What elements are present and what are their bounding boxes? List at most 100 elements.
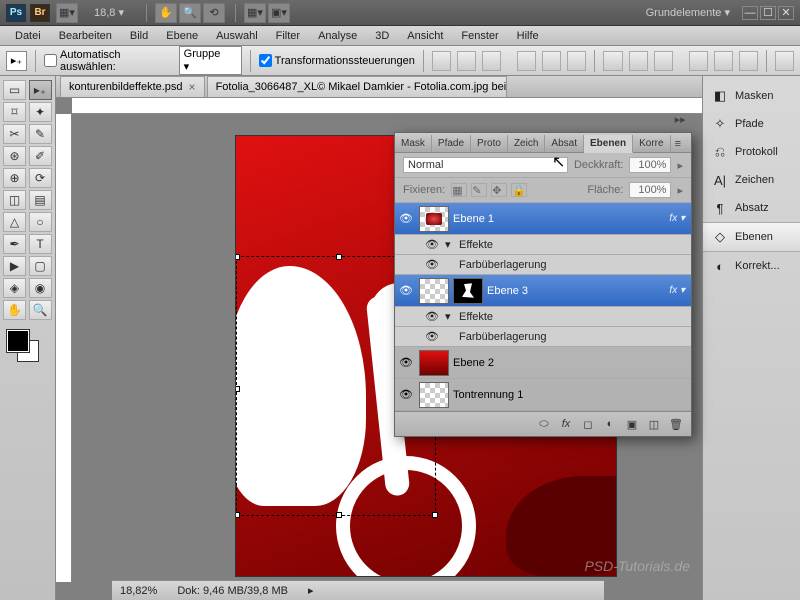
bridge-icon[interactable]: Br bbox=[30, 4, 50, 22]
panel-tab-protokoll[interactable]: ⎌Protokoll bbox=[703, 138, 800, 166]
visibility-icon[interactable]: 👁 bbox=[423, 330, 441, 343]
layer-effect-row[interactable]: 👁▾Effekte bbox=[395, 307, 691, 327]
zoom-tool-icon[interactable]: 🔍 bbox=[179, 3, 201, 23]
document-tab[interactable]: konturenbildeffekte.psd× bbox=[60, 76, 205, 97]
align-button[interactable] bbox=[457, 51, 476, 71]
color-picker[interactable] bbox=[3, 326, 52, 366]
layer-effect-row[interactable]: 👁▾Effekte bbox=[395, 235, 691, 255]
path-select-tool[interactable]: ▶ bbox=[3, 256, 26, 276]
maximize-button[interactable]: ☐ bbox=[760, 6, 776, 20]
auto-select-checkbox[interactable]: Automatisch auswählen: bbox=[44, 49, 173, 73]
lock-position-icon[interactable]: ✥ bbox=[491, 183, 507, 197]
healing-brush-tool[interactable]: ⊛ bbox=[3, 146, 26, 166]
align-button[interactable] bbox=[542, 51, 561, 71]
auto-align-button[interactable] bbox=[775, 51, 794, 71]
blend-mode-select[interactable]: Normal bbox=[403, 157, 568, 173]
foreground-color-swatch[interactable] bbox=[7, 330, 29, 352]
panel-tab[interactable]: Absat bbox=[545, 135, 584, 152]
lock-transparency-icon[interactable]: ▦ bbox=[451, 183, 467, 197]
pen-tool[interactable]: ✒ bbox=[3, 234, 26, 254]
panel-tab-pfade[interactable]: ✧Pfade bbox=[703, 110, 800, 138]
layer-row[interactable]: 👁Ebene 1fx ▾ bbox=[395, 203, 691, 235]
3d-camera-tool[interactable]: ◉ bbox=[29, 278, 52, 298]
3d-tool[interactable]: ◈ bbox=[3, 278, 26, 298]
layer-effect-row[interactable]: 👁Farbüberlagerung bbox=[395, 327, 691, 347]
panel-tab[interactable]: Zeich bbox=[508, 135, 545, 152]
tab-close-icon[interactable]: × bbox=[189, 80, 196, 94]
new-layer-icon[interactable]: ◫ bbox=[645, 416, 663, 432]
panel-tab[interactable]: Ebenen bbox=[584, 135, 633, 153]
layer-thumbnail[interactable] bbox=[419, 382, 449, 408]
layer-mask-thumbnail[interactable] bbox=[453, 278, 483, 304]
visibility-icon[interactable]: 👁 bbox=[397, 284, 415, 297]
visibility-icon[interactable]: 👁 bbox=[423, 258, 441, 271]
align-button[interactable] bbox=[482, 51, 501, 71]
layer-thumbnail[interactable] bbox=[419, 278, 449, 304]
visibility-icon[interactable]: 👁 bbox=[423, 238, 441, 251]
visibility-icon[interactable]: 👁 bbox=[423, 310, 441, 323]
distribute-button[interactable] bbox=[654, 51, 673, 71]
menu-bild[interactable]: Bild bbox=[121, 28, 157, 44]
auto-select-type-select[interactable]: Gruppe ▾ bbox=[179, 46, 242, 75]
dodge-tool[interactable]: ○ bbox=[29, 212, 52, 232]
lock-all-icon[interactable]: 🔒 bbox=[511, 183, 527, 197]
menu-datei[interactable]: Datei bbox=[6, 28, 50, 44]
rotate-view-icon[interactable]: ⟲ bbox=[203, 3, 225, 23]
panel-tab-zeichen[interactable]: A|Zeichen bbox=[703, 166, 800, 194]
layer-fx-icon[interactable]: fx bbox=[557, 416, 575, 432]
visibility-icon[interactable]: 👁 bbox=[397, 388, 415, 401]
align-button[interactable] bbox=[517, 51, 536, 71]
history-brush-tool[interactable]: ⟳ bbox=[29, 168, 52, 188]
layer-effect-row[interactable]: 👁Farbüberlagerung bbox=[395, 255, 691, 275]
distribute-button[interactable] bbox=[603, 51, 622, 71]
eyedropper-tool[interactable]: ✎ bbox=[29, 124, 52, 144]
marquee-tool[interactable]: ▭ bbox=[3, 80, 26, 100]
shape-tool[interactable]: ▢ bbox=[29, 256, 52, 276]
workspace-switcher[interactable]: Grundelemente ▾ bbox=[646, 6, 730, 19]
move-tool-preset-icon[interactable]: ▸₊ bbox=[6, 51, 27, 71]
clone-stamp-tool[interactable]: ⊕ bbox=[3, 168, 26, 188]
menu-3d[interactable]: 3D bbox=[366, 28, 398, 44]
distribute-button[interactable] bbox=[689, 51, 708, 71]
panel-menu-icon[interactable]: ▸▸ ≡ bbox=[671, 111, 691, 152]
panel-tab[interactable]: Mask bbox=[395, 135, 432, 152]
menu-ansicht[interactable]: Ansicht bbox=[398, 28, 452, 44]
menu-filter[interactable]: Filter bbox=[267, 28, 309, 44]
adjustment-layer-icon[interactable]: ◐ bbox=[601, 416, 619, 432]
hand-tool[interactable]: ✋ bbox=[3, 300, 26, 320]
panel-tab[interactable]: Pfade bbox=[432, 135, 471, 152]
transform-controls-checkbox[interactable]: Transformationssteuerungen bbox=[259, 54, 415, 67]
status-menu-icon[interactable]: ▸ bbox=[308, 584, 314, 597]
panel-tab-korrekt...[interactable]: ◐Korrekt... bbox=[703, 252, 800, 280]
hand-tool-icon[interactable]: ✋ bbox=[155, 3, 177, 23]
layer-thumbnail[interactable] bbox=[419, 206, 449, 232]
minimize-button[interactable]: — bbox=[742, 6, 758, 20]
crop-tool[interactable]: ✂ bbox=[3, 124, 26, 144]
fill-input[interactable]: 100% bbox=[629, 182, 671, 198]
type-tool[interactable]: T bbox=[29, 234, 52, 254]
distribute-button[interactable] bbox=[739, 51, 758, 71]
menu-hilfe[interactable]: Hilfe bbox=[508, 28, 548, 44]
distribute-button[interactable] bbox=[714, 51, 733, 71]
zoom-tool[interactable]: 🔍 bbox=[29, 300, 52, 320]
arrange-docs-icon[interactable]: ▦▾ bbox=[244, 3, 266, 23]
lasso-tool[interactable]: ⌑ bbox=[3, 102, 26, 122]
quick-select-tool[interactable]: ✦ bbox=[29, 102, 52, 122]
panel-tab-absatz[interactable]: ¶Absatz bbox=[703, 194, 800, 222]
close-button[interactable]: ✕ bbox=[778, 6, 794, 20]
panel-tab[interactable]: Korre bbox=[633, 135, 670, 152]
layer-mask-icon[interactable]: ◻ bbox=[579, 416, 597, 432]
layer-row[interactable]: 👁Ebene 3fx ▾ bbox=[395, 275, 691, 307]
menu-auswahl[interactable]: Auswahl bbox=[207, 28, 267, 44]
menu-bearbeiten[interactable]: Bearbeiten bbox=[50, 28, 121, 44]
screen-mode-icon[interactable]: ▣▾ bbox=[268, 3, 290, 23]
delete-layer-icon[interactable]: 🗑 bbox=[667, 416, 685, 432]
document-tab[interactable]: Fotolia_3066487_XL© Mikael Damkier - Fot… bbox=[207, 76, 507, 97]
gradient-tool[interactable]: ▤ bbox=[29, 190, 52, 210]
opacity-input[interactable]: 100% bbox=[629, 157, 671, 173]
panel-tab-ebenen[interactable]: ◇Ebenen bbox=[703, 222, 800, 252]
distribute-button[interactable] bbox=[629, 51, 648, 71]
blur-tool[interactable]: △ bbox=[3, 212, 26, 232]
photoshop-icon[interactable]: Ps bbox=[6, 4, 26, 22]
lock-pixels-icon[interactable]: ✎ bbox=[471, 183, 487, 197]
